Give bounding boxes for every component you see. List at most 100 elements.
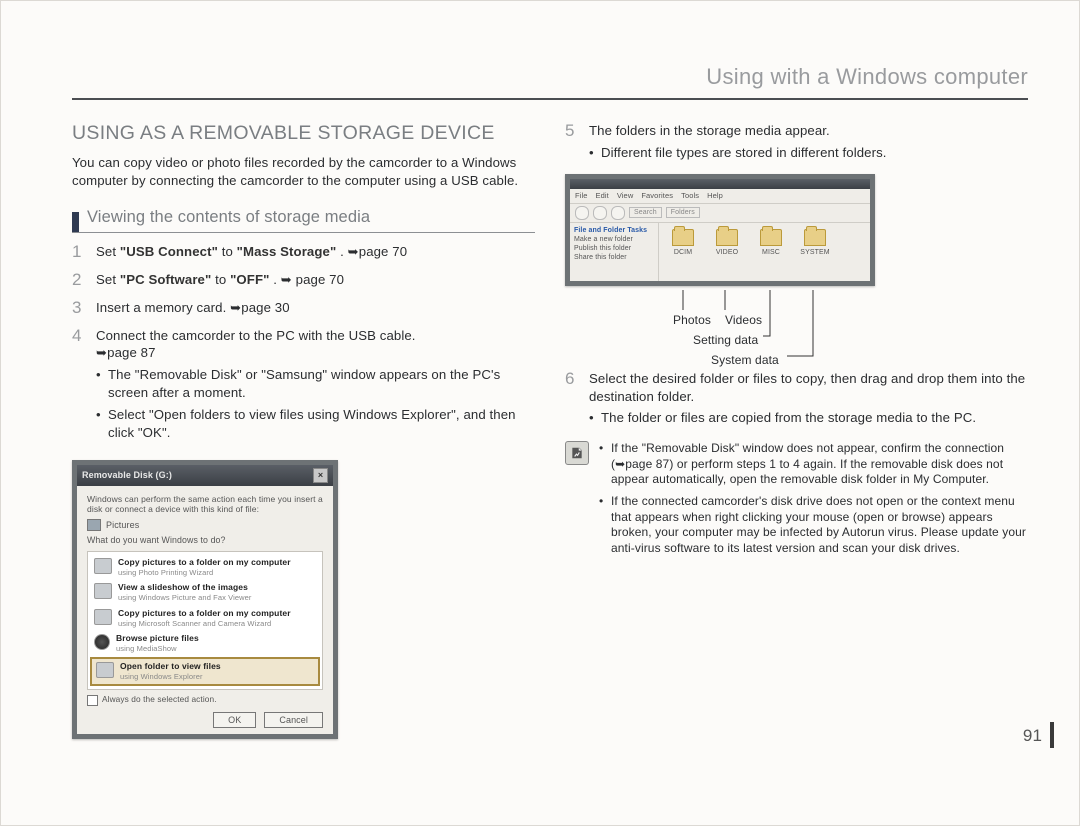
option-title: Browse picture files [116, 633, 199, 643]
running-head-title: Using with a Windows computer [72, 62, 1028, 98]
option-sub: using Photo Printing Wizard [118, 568, 213, 577]
subsection-heading: Viewing the contents of storage media [72, 206, 535, 233]
pictures-label: Pictures [106, 519, 139, 531]
checkbox-icon [87, 695, 98, 706]
step-4-sub-2: Select "Open folders to view files using… [96, 406, 535, 442]
page-reference: ➥page 30 [230, 300, 290, 315]
step-text: to [222, 244, 237, 259]
step-number: 6 [565, 370, 579, 431]
dialog-lead-text: Windows can perform the same action each… [87, 494, 323, 515]
step-5: 5 The folders in the storage media appea… [565, 122, 1028, 166]
folder-icon [760, 229, 782, 246]
option-title: Open folder to view files [120, 661, 221, 671]
step-text: Set [96, 272, 120, 287]
step-4-sub-1: The "Removable Disk" or "Samsung" window… [96, 366, 535, 402]
step-6: 6 Select the desired folder or files to … [565, 370, 1028, 431]
sidebar-item: Make a new folder [574, 236, 633, 243]
step-bold: "USB Connect" [120, 244, 218, 259]
section-intro: You can copy video or photo files record… [72, 154, 535, 190]
step-text: Select the desired folder or files to co… [589, 371, 1025, 404]
folder-callouts: Photos Videos Setting data System data [565, 290, 865, 368]
option-icon [94, 558, 112, 574]
option-icon [94, 634, 110, 650]
note-item-2: If the connected camcorder's disk drive … [599, 494, 1028, 556]
step-text: . [340, 244, 348, 259]
callout-videos: Videos [725, 312, 762, 328]
option-sub: using Microsoft Scanner and Camera Wizar… [118, 619, 271, 628]
note-item-1: If the "Removable Disk" window does not … [599, 441, 1028, 488]
folder-icon [804, 229, 826, 246]
back-icon [575, 206, 589, 220]
step-text: to [215, 272, 230, 287]
cancel-button: Cancel [264, 712, 323, 728]
step-number: 4 [72, 327, 86, 446]
sidebar-title: File and Folder Tasks [574, 227, 647, 234]
step-text: Insert a memory card. [96, 300, 230, 315]
callout-system-data: System data [711, 352, 779, 368]
callout-setting-data: Setting data [693, 332, 758, 348]
option-sub: using MediaShow [116, 644, 177, 653]
page-number: 91 [1023, 722, 1054, 748]
subsection-heading-text: Viewing the contents of storage media [87, 206, 370, 228]
step-3: 3 Insert a memory card. ➥page 30 [72, 299, 535, 317]
step-6-sub-1: The folder or files are copied from the … [589, 409, 1028, 427]
step-1: 1 Set "USB Connect" to "Mass Storage" . … [72, 243, 535, 261]
option-icon [96, 662, 114, 678]
menu-item: Edit [596, 191, 609, 201]
autoplay-dialog-screenshot: Removable Disk (G:) × Windows can perfor… [72, 460, 338, 739]
folder-video: VIDEO [709, 229, 745, 257]
section-heading: USING AS A REMOVABLE STORAGE DEVICE [72, 120, 535, 146]
step-text: . [273, 272, 281, 287]
explorer-sidebar: File and Folder Tasks Make a new folder … [570, 223, 659, 281]
always-label: Always do the selected action. [102, 694, 217, 705]
option-title: View a slideshow of the images [118, 582, 248, 592]
search-button: Search [629, 207, 662, 218]
step-number: 1 [72, 243, 86, 261]
heading-accent-bar [72, 212, 79, 232]
folder-label: SYSTEM [800, 248, 829, 257]
step-4: 4 Connect the camcorder to the PC with t… [72, 327, 535, 446]
step-text: The folders in the storage media appear. [589, 123, 830, 138]
up-icon [611, 206, 625, 220]
menu-item: File [575, 191, 588, 201]
step-number: 5 [565, 122, 579, 166]
dialog-option-list: Copy pictures to a folder on my computer… [87, 551, 323, 691]
note-block: If the "Removable Disk" window does not … [565, 441, 1028, 562]
step-bold: "PC Software" [120, 272, 211, 287]
manual-page: Using with a Windows computer USING AS A… [0, 0, 1080, 826]
right-column: 5 The folders in the storage media appea… [565, 120, 1028, 764]
explorer-screenshot: File Edit View Favorites Tools Help Sear… [565, 174, 875, 286]
page-reference: ➥ page 70 [281, 272, 344, 287]
option-title: Copy pictures to a folder on my computer [118, 608, 291, 618]
folders-button: Folders [666, 207, 700, 218]
dialog-title: Removable Disk (G:) [82, 469, 172, 481]
folder-icon [672, 229, 694, 246]
step-bold: "Mass Storage" [237, 244, 337, 259]
folder-system: SYSTEM [797, 229, 833, 257]
step-2: 2 Set "PC Software" to "OFF" . ➥ page 70 [72, 271, 535, 289]
option-title: Copy pictures to a folder on my computer [118, 557, 291, 567]
menu-item: View [617, 191, 634, 201]
close-icon: × [313, 468, 328, 483]
ok-button: OK [213, 712, 256, 728]
folder-dcim: DCIM [665, 229, 701, 257]
step-5-sub-1: Different file types are stored in diffe… [589, 144, 1028, 162]
note-icon [565, 441, 589, 465]
sidebar-item: Publish this folder [574, 245, 631, 252]
option-icon [94, 609, 112, 625]
running-head-rule [72, 98, 1028, 100]
menu-item: Tools [681, 191, 699, 201]
folder-misc: MISC [753, 229, 789, 257]
menu-item: Favorites [641, 191, 673, 201]
page-reference: ➥page 87 [96, 345, 156, 360]
callout-photos: Photos [673, 312, 711, 328]
folder-icon [716, 229, 738, 246]
running-head: Using with a Windows computer [72, 62, 1028, 100]
explorer-menubar: File Edit View Favorites Tools Help [570, 189, 870, 204]
pictures-icon [87, 519, 101, 531]
step-text: Connect the camcorder to the PC with the… [96, 328, 416, 343]
menu-item: Help [707, 191, 723, 201]
option-icon [94, 583, 112, 599]
step-text: Set [96, 244, 120, 259]
explorer-titlebar [570, 179, 870, 189]
